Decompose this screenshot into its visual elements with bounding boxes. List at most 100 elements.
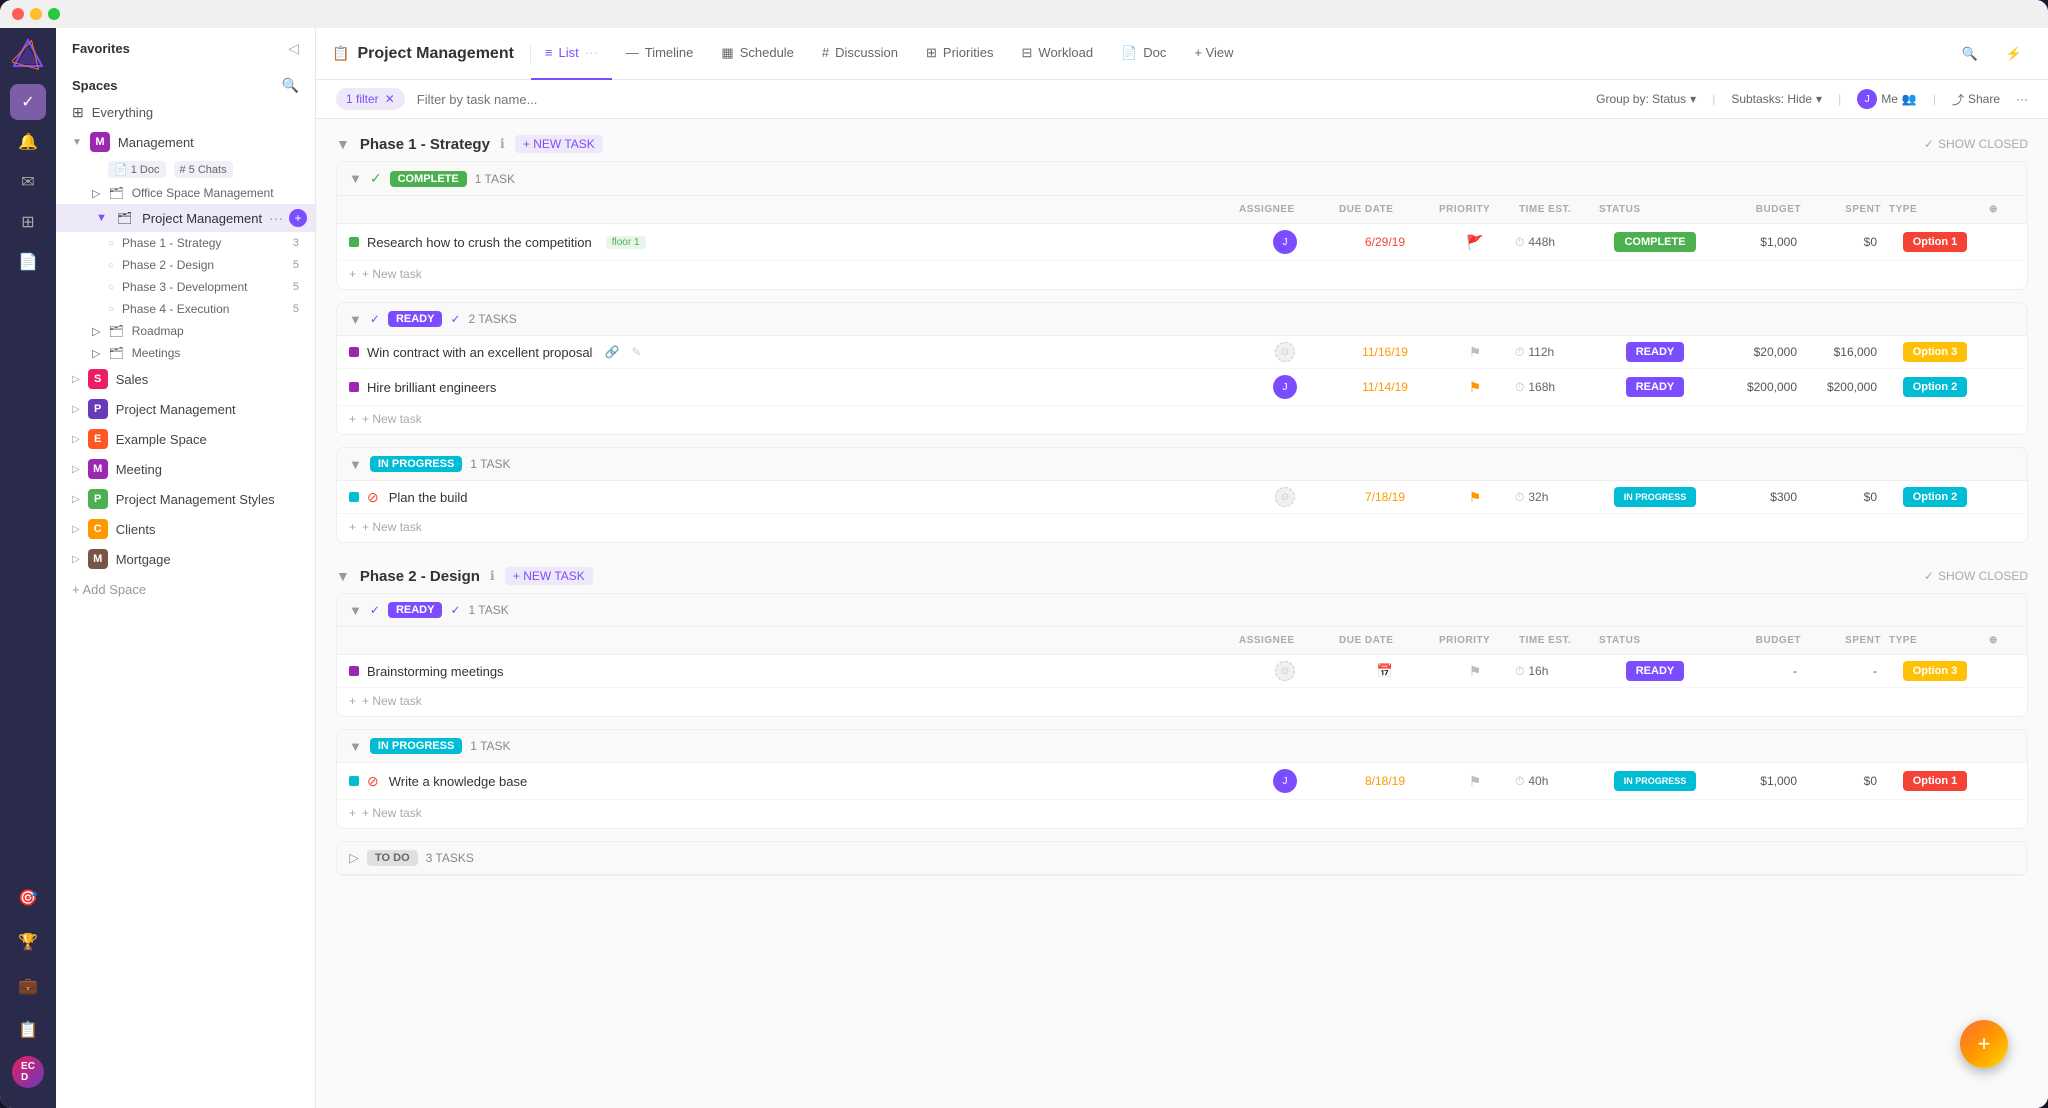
phase2-collapse-icon[interactable]: ▼ (336, 568, 350, 584)
close-dot[interactable] (12, 8, 24, 20)
user-avatar[interactable]: ECD (12, 1056, 44, 1088)
chat-chip[interactable]: # 5 Chats (174, 161, 233, 178)
sidebar-search-icon[interactable]: 🔍 (282, 77, 299, 94)
phase1-show-closed[interactable]: ✓ SHOW CLOSED (1924, 137, 2028, 151)
phase1-new-task-button[interactable]: + NEW TASK (515, 135, 603, 153)
sidebar-icon-settings[interactable]: 📋 (10, 1012, 46, 1048)
status-button[interactable]: READY (1626, 377, 1685, 397)
sidebar-icon-goals[interactable]: 🎯 (10, 880, 46, 916)
sidebar-icon-dashboard[interactable]: ⊞ (10, 204, 46, 240)
type-button[interactable]: Option 3 (1903, 342, 1968, 362)
tab-schedule[interactable]: ▦ Schedule (707, 28, 808, 80)
sidebar-item-project-management[interactable]: ▼ 🗂 Project Management ··· + (56, 204, 315, 232)
complete-collapse-icon[interactable]: ▼ (349, 171, 362, 186)
sidebar-icon-briefcase[interactable]: 💼 (10, 968, 46, 1004)
filter-chip[interactable]: 1 filter ✕ (336, 88, 405, 110)
due-date-cell: 7/18/19 (1335, 490, 1435, 504)
sidebar-item-everything[interactable]: ⊞ Everything (56, 98, 315, 127)
type-button[interactable]: Option 1 (1903, 232, 1968, 252)
maximize-dot[interactable] (48, 8, 60, 20)
new-task-row[interactable]: + + New task (337, 261, 2027, 289)
meeting-icon: M (88, 459, 108, 479)
project-add-icon[interactable]: + (289, 209, 307, 227)
content-area: ▼ Phase 1 - Strategy ℹ + NEW TASK ✓ SHOW… (316, 119, 2048, 1108)
col-add[interactable]: ⊕ (1985, 200, 2015, 219)
p2-todo-collapse[interactable]: ▷ (349, 850, 359, 866)
sidebar-icon-notifications[interactable]: 🔔 (10, 124, 46, 160)
project-more-icon[interactable]: ··· (269, 210, 283, 226)
subtasks-button[interactable]: Subtasks: Hide ▾ (1731, 92, 1822, 106)
lightning-button[interactable]: ⚡ (1996, 42, 2032, 66)
phase2-show-closed[interactable]: ✓ SHOW CLOSED (1924, 569, 2028, 583)
phase1-collapse-icon[interactable]: ▼ (336, 136, 350, 152)
sidebar-item-pm-styles[interactable]: ▷ P Project Management Styles (56, 484, 315, 514)
status-button[interactable]: READY (1626, 661, 1685, 681)
new-task-row[interactable]: + + New task (337, 406, 2027, 434)
filter-chip-close[interactable]: ✕ (385, 92, 395, 106)
tab-add-view[interactable]: + View (1180, 28, 1247, 80)
sidebar-item-project-mgmt[interactable]: ▷ P Project Management (56, 394, 315, 424)
share-button[interactable]: ⤴ Share (1952, 91, 2000, 108)
sidebar-subitem-phase2[interactable]: ○ Phase 2 - Design 5 (56, 254, 315, 276)
status-button[interactable]: READY (1626, 342, 1685, 362)
sidebar-icon-inbox[interactable]: ✉ (10, 164, 46, 200)
sidebar-icon-tasks[interactable]: ✓ (10, 84, 46, 120)
task-color-dot (349, 237, 359, 247)
tab-doc[interactable]: 📄 Doc (1107, 28, 1180, 80)
me-button[interactable]: J Me 👥 (1857, 89, 1917, 109)
new-task-row[interactable]: + + New task (337, 688, 2027, 716)
status-button[interactable]: IN PROGRESS (1614, 487, 1697, 507)
sidebar-item-management[interactable]: ▼ M Management (56, 127, 315, 157)
status-button[interactable]: IN PROGRESS (1614, 771, 1697, 791)
tab-discussion[interactable]: # Discussion (808, 28, 912, 80)
tab-timeline[interactable]: — Timeline (612, 28, 708, 80)
ready-collapse-icon[interactable]: ▼ (349, 312, 362, 327)
fab-button[interactable]: + (1960, 1020, 2008, 1068)
page-title-text: Project Management (357, 45, 513, 63)
more-options-button[interactable]: ··· (2016, 92, 2028, 106)
phase2-new-task-button[interactable]: + NEW TASK (505, 567, 593, 585)
sidebar-icon-rewards[interactable]: 🏆 (10, 924, 46, 960)
spaces-label: Spaces (72, 78, 118, 93)
group-by-button[interactable]: Group by: Status ▾ (1596, 92, 1696, 106)
tab-priorities[interactable]: ⊞ Priorities (912, 28, 1007, 80)
tab-workload[interactable]: ⊟ Workload (1008, 28, 1108, 80)
type-button[interactable]: Option 3 (1903, 661, 1968, 681)
sidebar-subitem-phase1[interactable]: ○ Phase 1 - Strategy 3 (56, 232, 315, 254)
sidebar-subitem-phase3[interactable]: ○ Phase 3 - Development 5 (56, 276, 315, 298)
new-task-row[interactable]: + + New task (337, 800, 2027, 828)
sidebar-item-example[interactable]: ▷ E Example Space (56, 424, 315, 454)
minimize-dot[interactable] (30, 8, 42, 20)
p2-ready-collapse[interactable]: ▼ (349, 603, 362, 618)
sidebar-item-mortgage[interactable]: ▷ M Mortgage (56, 544, 315, 574)
sidebar-icon-docs[interactable]: 📄 (10, 244, 46, 280)
p2-inprogress-collapse[interactable]: ▼ (349, 739, 362, 754)
sidebar-item-roadmap[interactable]: ▷ 🗂 Roadmap (56, 320, 315, 342)
sidebar-item-meeting[interactable]: ▷ M Meeting (56, 454, 315, 484)
inprogress-collapse-icon[interactable]: ▼ (349, 457, 362, 472)
col-budget: BUDGET (1715, 200, 1805, 219)
time-cell: ⏱ 40h (1515, 774, 1595, 789)
new-task-label: + New task (362, 267, 422, 281)
filter-input[interactable] (417, 92, 1584, 107)
search-button[interactable]: 🔍 (1952, 42, 1988, 66)
type-button[interactable]: Option 2 (1903, 377, 1968, 397)
sidebar-item-clients[interactable]: ▷ C Clients (56, 514, 315, 544)
type-button[interactable]: Option 2 (1903, 487, 1968, 507)
sidebar-item-office-space[interactable]: ▷ 🗂 Office Space Management (56, 182, 315, 204)
type-button[interactable]: Option 1 (1903, 771, 1968, 791)
sidebar-subitem-phase4[interactable]: ○ Phase 4 - Execution 5 (56, 298, 315, 320)
spent-cell: $0 (1805, 490, 1885, 504)
clients-label: Clients (116, 522, 299, 537)
tab-list-more[interactable]: ··· (585, 45, 598, 60)
new-task-row[interactable]: + + New task (337, 514, 2027, 542)
phase1-info-icon[interactable]: ℹ (500, 136, 505, 152)
phase2-info-icon[interactable]: ℹ (490, 568, 495, 584)
sidebar-item-sales[interactable]: ▷ S Sales (56, 364, 315, 394)
sidebar-item-meetings[interactable]: ▷ 🗂 Meetings (56, 342, 315, 364)
sidebar-collapse-icon[interactable]: ◁ (288, 40, 299, 57)
doc-chip[interactable]: 📄 1 Doc (108, 161, 166, 178)
add-space-button[interactable]: + Add Space (56, 574, 315, 605)
status-button[interactable]: COMPLETE (1614, 232, 1695, 252)
tab-list[interactable]: ≡ List ··· (531, 28, 612, 80)
